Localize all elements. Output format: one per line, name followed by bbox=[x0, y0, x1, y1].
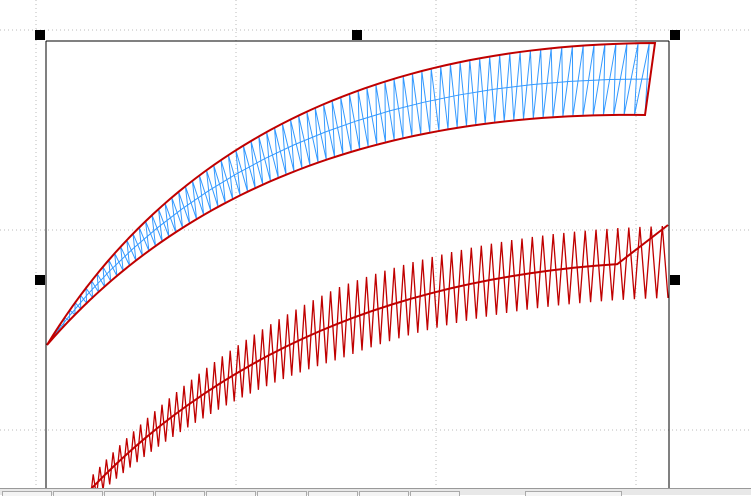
resize-handle[interactable] bbox=[352, 30, 362, 40]
resize-handle[interactable] bbox=[670, 30, 680, 40]
center-run-stitch bbox=[90, 224, 669, 488]
design-canvas[interactable] bbox=[0, 0, 751, 488]
zigzag-stitch-shape[interactable] bbox=[90, 224, 669, 488]
resize-handle[interactable] bbox=[35, 275, 45, 285]
underlay-stitch bbox=[46, 42, 656, 346]
shape-outline bbox=[46, 41, 657, 346]
zigzag-stitches bbox=[90, 226, 669, 488]
resize-handle[interactable] bbox=[670, 275, 680, 285]
satin-fill-shape[interactable] bbox=[46, 41, 657, 346]
resize-handle[interactable] bbox=[35, 30, 45, 40]
